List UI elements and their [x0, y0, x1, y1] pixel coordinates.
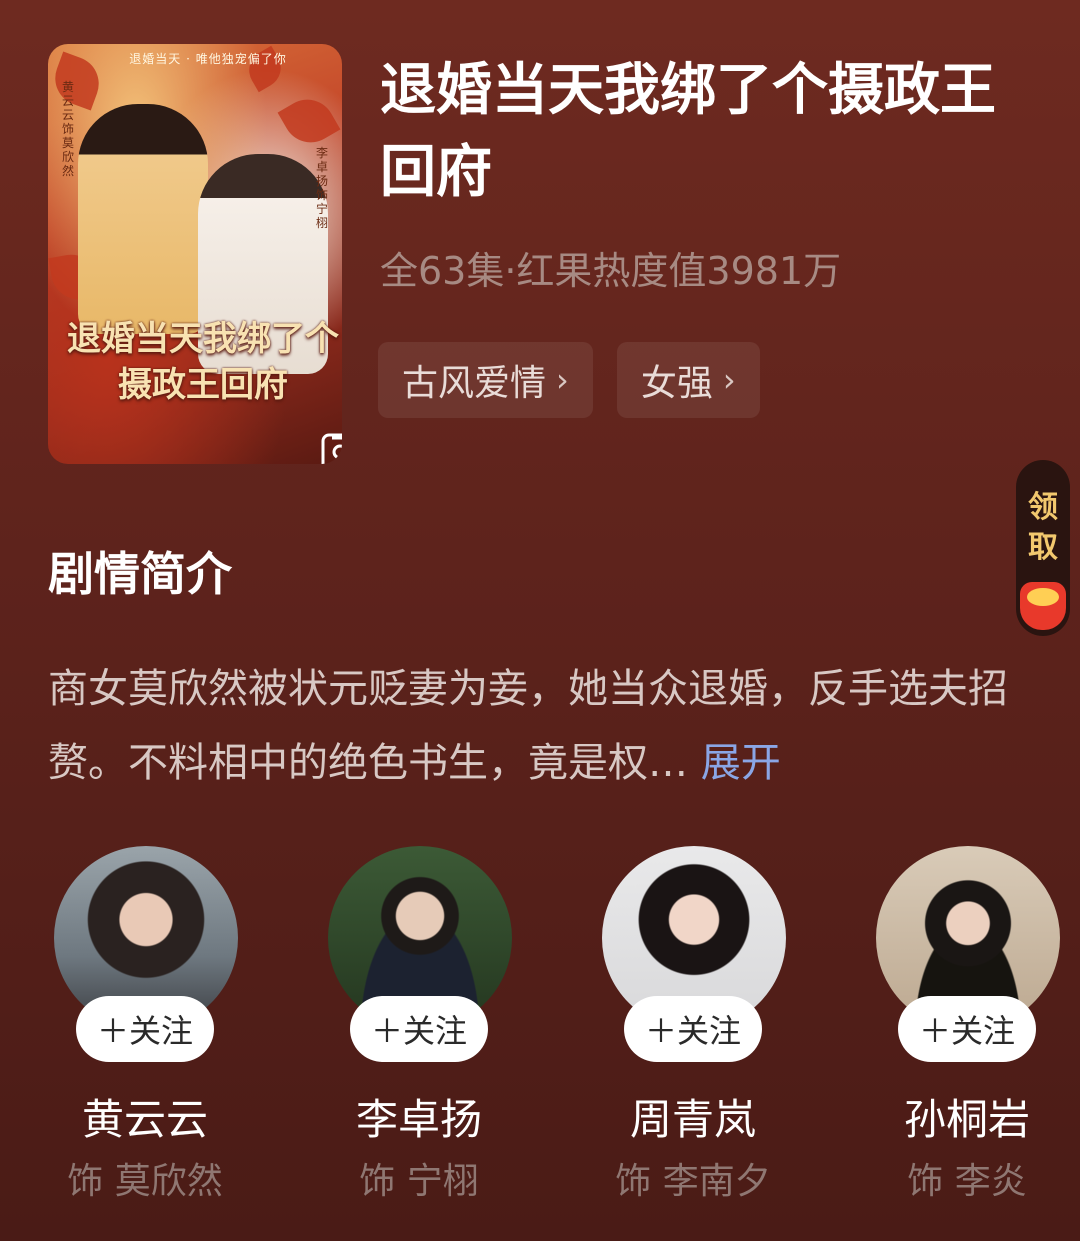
poster-actor-label: 李卓扬饰宁栩 [316, 146, 329, 230]
reward-label: 领 [1028, 490, 1058, 525]
drama-title: 退婚当天我绑了个摄政王回府 [380, 58, 996, 205]
cast-role: 饰 李南夕 [615, 1161, 771, 1202]
poster-actor-label: 黄云云饰莫欣然 [62, 80, 75, 178]
follow-button[interactable]: ＋关注 [76, 996, 214, 1062]
genre-tag-label: 古风爱情 [402, 363, 547, 404]
gold-ingot-icon [1027, 588, 1059, 606]
synopsis-heading: 剧情简介 [48, 547, 232, 601]
genre-tag[interactable]: 古风爱情 › [378, 342, 593, 418]
drama-poster[interactable]: 退婚当天 · 唯他独宠偏了你 黄云云饰莫欣然 李卓扬饰宁栩 退婚当天我绑了个摄政… [48, 44, 342, 464]
reward-label: 取 [1028, 530, 1058, 565]
cast-name: 李卓扬 [355, 1095, 482, 1144]
claim-reward-button[interactable]: 领 取 [1016, 460, 1070, 636]
cast-name: 黄云云 [81, 1095, 208, 1144]
genre-tag[interactable]: 女强 › [616, 342, 760, 418]
follow-button[interactable]: ＋关注 [350, 996, 488, 1062]
follow-button[interactable]: ＋关注 [898, 996, 1036, 1062]
follow-button[interactable]: ＋关注 [624, 996, 762, 1062]
poster-figure-woman [78, 104, 208, 334]
chevron-right-icon: › [722, 361, 736, 399]
cast-role: 饰 莫欣然 [67, 1161, 223, 1202]
chevron-right-icon: › [556, 361, 569, 399]
cast-name: 周青岚 [629, 1095, 756, 1144]
genre-tag-label: 女强 [640, 363, 713, 404]
gallery-icon[interactable] [318, 430, 342, 464]
poster-title: 退婚当天我绑了个摄政王回府 [67, 319, 339, 405]
drama-meta: 全63集·红果热度值3981万 [380, 249, 842, 293]
cast-name: 孙桐岩 [903, 1095, 1030, 1144]
synopsis-text: 商女莫欣然被状元贬妻为妾，她当众退婚，反手选夫招赘。不料相中的绝色书生，竟是权…… [48, 652, 1028, 800]
expand-link[interactable]: 展开 [701, 740, 781, 786]
synopsis-body: 商女莫欣然被状元贬妻为妾，她当众退婚，反手选夫招赘。不料相中的绝色书生，竟是权… [48, 666, 1008, 786]
poster-tagline: 退婚当天 · 唯他独宠偏了你 [129, 52, 287, 66]
cast-role: 饰 李炎 [907, 1161, 1027, 1202]
maple-leaf-decoration [277, 89, 341, 153]
genre-tags: 古风爱情 › 女强 › [378, 342, 760, 418]
cast-role: 饰 宁栩 [359, 1161, 479, 1202]
